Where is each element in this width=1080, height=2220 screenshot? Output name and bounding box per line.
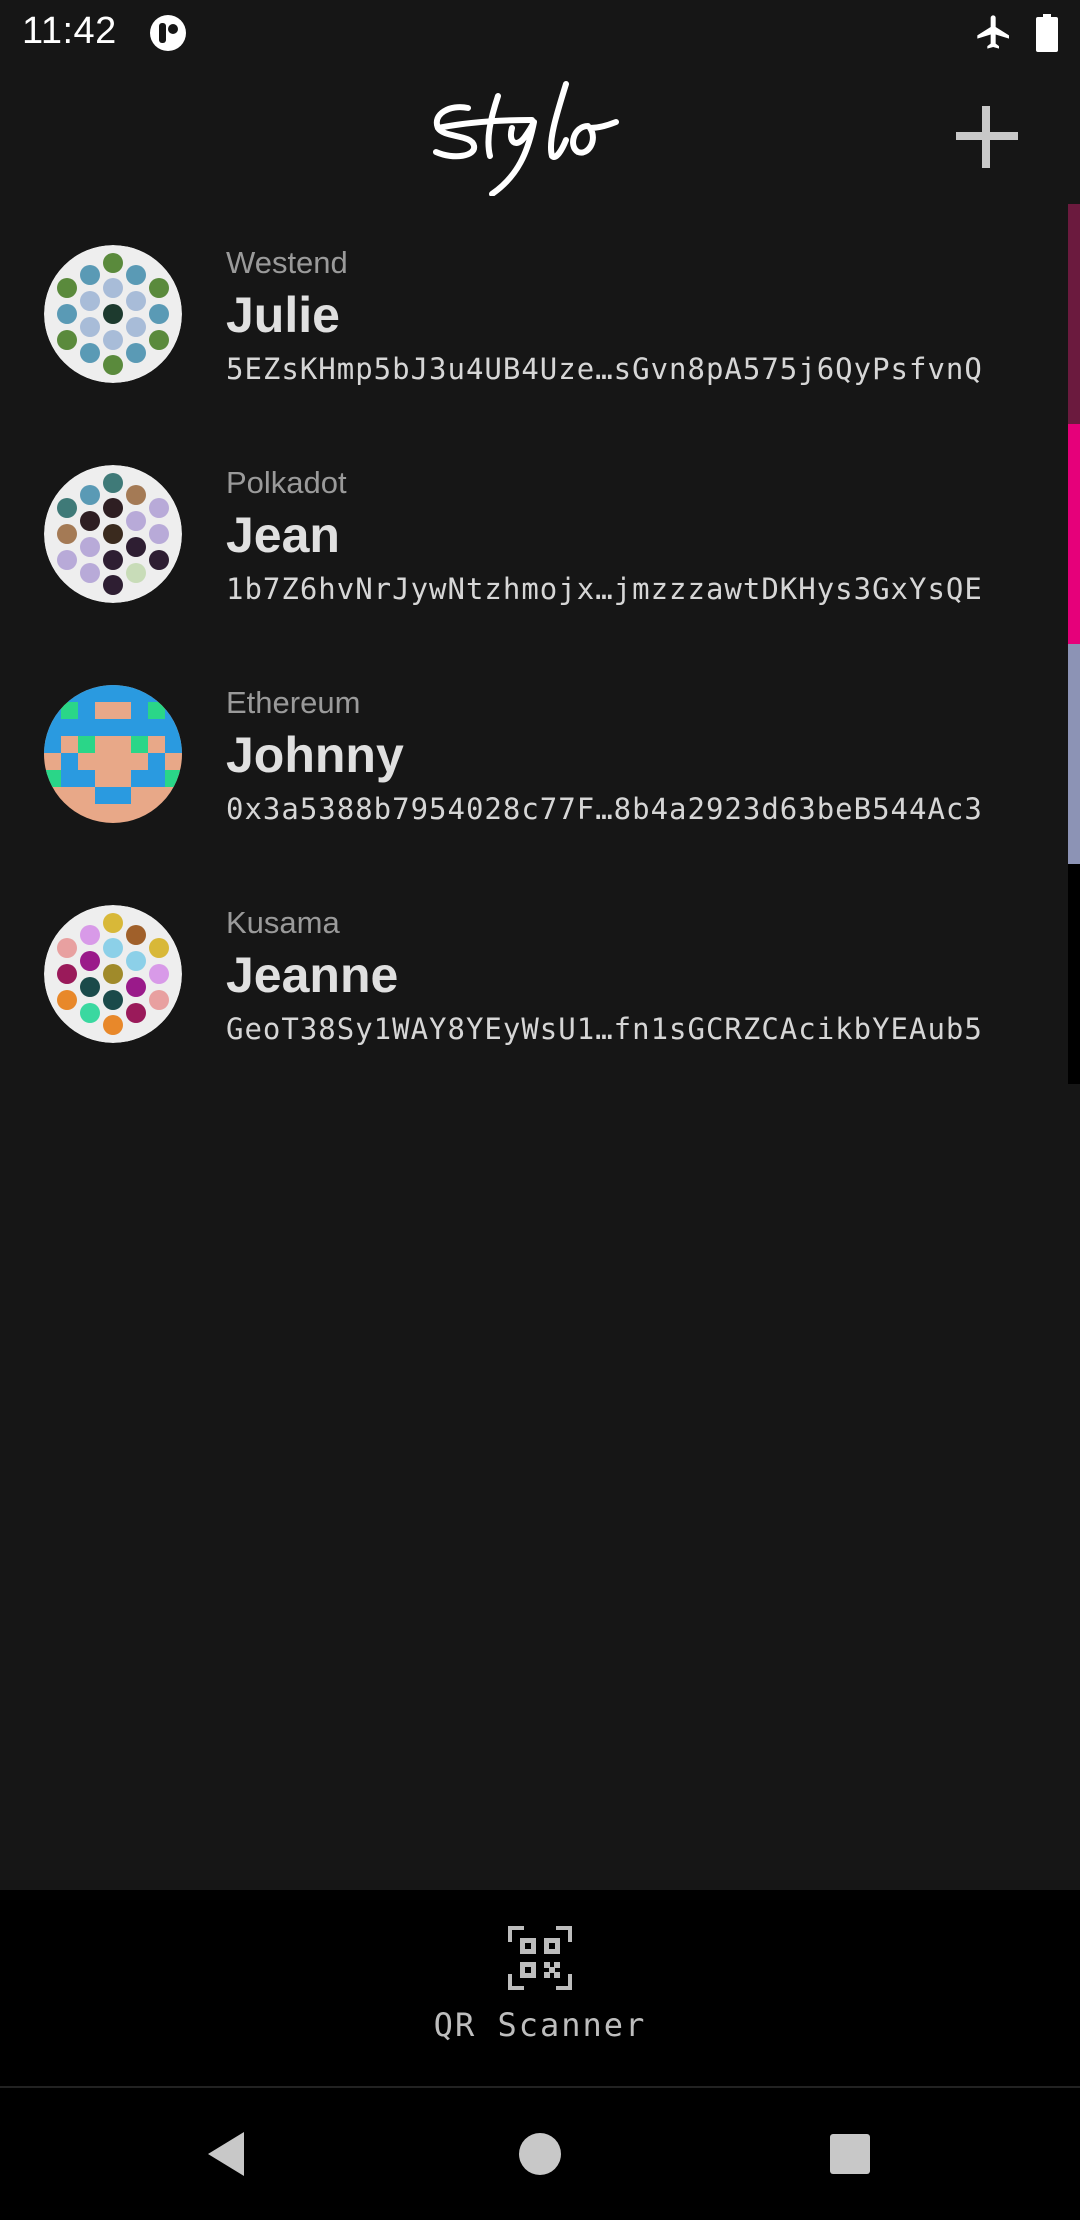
nav-home-button[interactable] — [512, 2126, 568, 2182]
notification-app-icon — [148, 13, 188, 53]
account-row-julie[interactable]: Westend Julie 5EZsKHmp5bJ3u4UB4Uze…sGvn8… — [0, 204, 1068, 424]
nav-back-button[interactable] — [200, 2126, 256, 2182]
account-address: 5EZsKHmp5bJ3u4UB4Uze…sGvn8pA575j6QyPsfvn… — [226, 352, 983, 386]
network-color-strip-ethereum — [1068, 644, 1080, 864]
account-name: Johnny — [226, 727, 404, 783]
account-address: GeoT38Sy1WAY8YEyWsU1…fn1sGCRZCAcikbYEAub… — [226, 1012, 983, 1046]
bottom-bar: QR Scanner — [0, 1890, 1080, 2088]
nav-recents-button[interactable] — [822, 2126, 878, 2182]
account-row-johnny[interactable]: Ethereum Johnny 0x3a5388b7954028c77F…8b4… — [0, 644, 1068, 864]
airplane-mode-icon — [974, 12, 1014, 52]
qr-code-icon — [508, 1926, 572, 1990]
account-list: Westend Julie 5EZsKHmp5bJ3u4UB4Uze…sGvn8… — [0, 204, 1068, 1084]
account-address: 1b7Z6hvNrJywNtzhmojx…jmzzzawtDKHys3GxYsQ… — [226, 572, 983, 606]
account-address: 0x3a5388b7954028c77F…8b4a2923d63beB544Ac… — [226, 792, 983, 826]
account-name: Julie — [226, 287, 340, 343]
account-network-label: Polkadot — [226, 465, 347, 500]
account-identicon — [44, 245, 182, 383]
app-header — [0, 66, 1080, 206]
qr-scanner-label: QR Scanner — [433, 2006, 647, 2044]
network-color-strip-polkadot — [1068, 424, 1080, 644]
qr-scanner-button[interactable]: QR Scanner — [400, 1926, 680, 2056]
network-color-strip-westend — [1068, 204, 1080, 424]
account-network-label: Westend — [226, 245, 348, 280]
account-name: Jeanne — [226, 947, 399, 1003]
system-nav-bar — [0, 2088, 1080, 2220]
account-row-jeanne[interactable]: Kusama Jeanne GeoT38Sy1WAY8YEyWsU1…fn1sG… — [0, 864, 1068, 1084]
home-circle-icon — [519, 2133, 561, 2175]
account-network-label: Kusama — [226, 905, 340, 940]
status-time: 11:42 — [22, 10, 117, 52]
stylo-logo — [428, 76, 658, 197]
status-bar: 11:42 — [0, 0, 1080, 66]
account-network-label: Ethereum — [226, 685, 361, 720]
add-account-button[interactable] — [950, 100, 1024, 174]
account-name: Jean — [226, 507, 340, 563]
account-identicon — [44, 905, 182, 1043]
back-triangle-icon — [208, 2132, 244, 2176]
battery-icon — [1036, 14, 1058, 52]
recents-square-icon — [830, 2134, 870, 2174]
network-color-strip-kusama — [1068, 864, 1080, 1084]
plus-icon — [956, 106, 1018, 168]
account-identicon — [44, 685, 182, 823]
account-row-jean[interactable]: Polkadot Jean 1b7Z6hvNrJywNtzhmojx…jmzzz… — [0, 424, 1068, 644]
account-identicon — [44, 465, 182, 603]
